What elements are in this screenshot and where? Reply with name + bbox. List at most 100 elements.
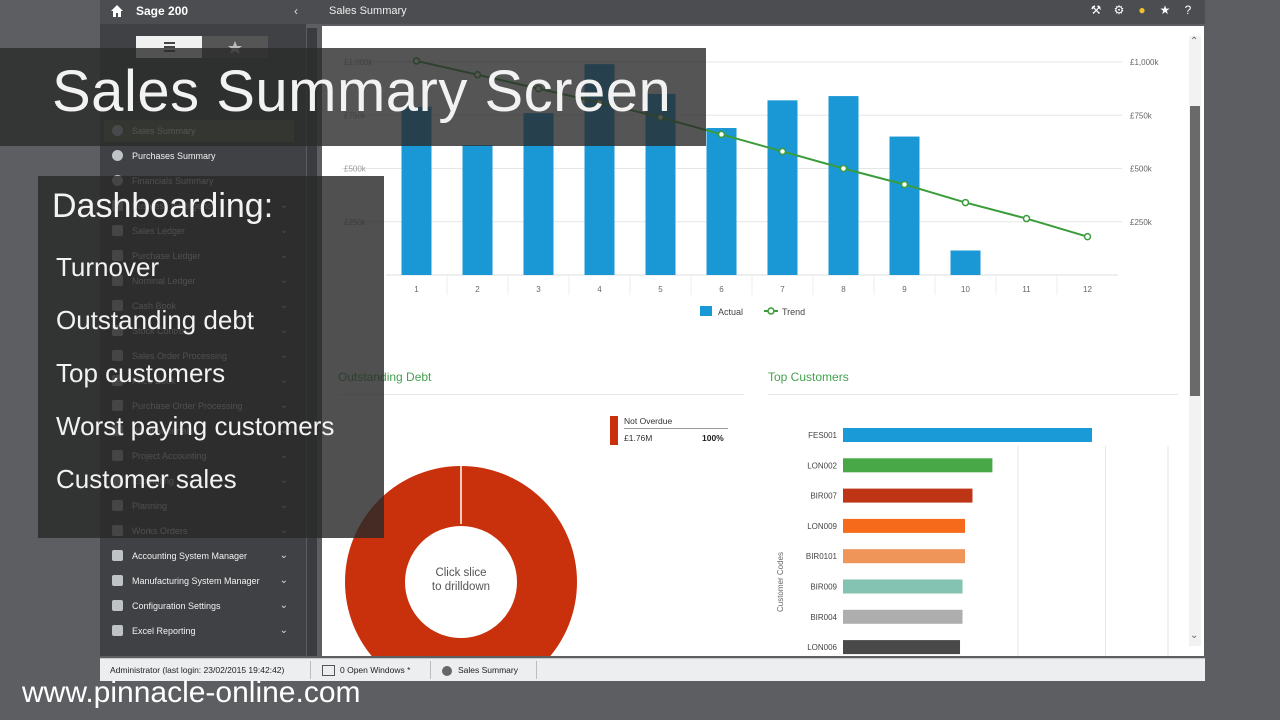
trend-point[interactable] (778, 147, 787, 156)
legend-label-trend[interactable]: Trend (782, 307, 805, 317)
x-tick-label: 4 (597, 285, 602, 294)
customer-bar[interactable] (843, 609, 963, 624)
customer-code-label: FES001 (808, 431, 837, 440)
customer-bar[interactable] (843, 549, 966, 564)
customer-bar[interactable] (843, 579, 963, 594)
bar-actual[interactable] (462, 145, 493, 275)
scroll-down-icon[interactable]: ⌄ (1190, 630, 1198, 641)
x-tick-label: 6 (719, 285, 724, 294)
screen-title: Sales Summary (329, 5, 407, 17)
home-icon[interactable] (110, 4, 124, 18)
legend-divider (624, 428, 728, 429)
top-bar (100, 0, 1205, 24)
top-customers-chart[interactable]: FES001 LON002 BIR007 LON009 BIR0101 BIR009 BIR… (768, 406, 1188, 656)
y-axis-title: Customer Codes (776, 552, 785, 612)
sidebar-item[interactable]: Configuration Settings ⌄ (104, 595, 294, 617)
y-tick-label: £750k (1130, 111, 1153, 120)
x-tick-label: 5 (658, 285, 663, 294)
customer-bar[interactable] (843, 488, 973, 503)
bar-actual[interactable] (706, 128, 737, 275)
website-url: www.pinnacle-online.com (22, 676, 361, 709)
sidebar-item[interactable]: Manufacturing System Manager ⌄ (104, 570, 294, 592)
features-heading: Dashboarding: (52, 187, 274, 225)
customer-bar[interactable] (843, 518, 966, 533)
app-title: Sage 200 (136, 4, 189, 18)
legend-marker-trend (767, 307, 775, 315)
trend-point[interactable] (961, 198, 970, 207)
globe-icon (112, 150, 123, 161)
sidebar-item[interactable]: Accounting System Manager ⌄ (104, 545, 294, 567)
sidebar-item[interactable]: Excel Reporting ⌄ (104, 620, 294, 642)
sidebar-item-label: Configuration Settings (132, 601, 221, 611)
x-tick-label: 11 (1022, 285, 1031, 294)
x-tick-label: 10 (961, 285, 970, 294)
star-icon[interactable]: ★ (1158, 3, 1172, 17)
gear-icon[interactable]: ⚙ (1112, 3, 1126, 17)
y-tick-label: £500k (344, 165, 367, 174)
customer-bar[interactable] (843, 640, 961, 655)
sidebar-item-label: Accounting System Manager (132, 551, 248, 561)
trend-point[interactable] (1022, 214, 1031, 223)
collapse-sidebar-icon[interactable]: ‹ (294, 4, 298, 18)
lightbulb-icon[interactable]: ● (1135, 3, 1149, 17)
x-tick-label: 2 (475, 285, 480, 294)
customer-code-label: LON002 (807, 461, 837, 470)
x-tick-label: 3 (536, 285, 541, 294)
legend-label-actual[interactable]: Actual (718, 307, 743, 317)
trend-point[interactable] (717, 130, 726, 139)
chevron-down-icon[interactable]: ⌄ (280, 595, 288, 617)
scroll-thumb[interactable] (1190, 106, 1200, 396)
open-windows-label: 0 Open Windows * (340, 665, 411, 675)
sidebar-item-label: Purchases Summary (132, 151, 216, 161)
status-separator (430, 661, 431, 679)
section-divider (768, 394, 1178, 395)
manager-icon (112, 550, 123, 561)
sidebar-item-label: Manufacturing System Manager (132, 576, 260, 586)
x-tick-label: 7 (780, 285, 785, 294)
excel-icon (112, 625, 123, 636)
globe-icon (442, 665, 452, 676)
y-tick-label: £250k (1130, 218, 1153, 227)
customer-bar[interactable] (843, 458, 993, 473)
sidebar-item[interactable]: Purchases Summary (104, 145, 294, 167)
feature-item: Top customers (56, 358, 226, 388)
x-tick-label: 12 (1083, 285, 1092, 294)
chevron-down-icon[interactable]: ⌄ (280, 570, 288, 592)
manager-icon (112, 575, 123, 586)
open-windows-button[interactable]: 0 Open Windows * (322, 663, 410, 677)
scroll-up-icon[interactable]: ⌃ (1190, 36, 1198, 47)
bar-actual[interactable] (950, 250, 981, 275)
help-icon[interactable]: ? (1181, 3, 1195, 17)
customer-code-label: LON009 (807, 522, 837, 531)
trend-point[interactable] (839, 164, 848, 173)
feature-item: Worst paying customers (56, 411, 335, 441)
feature-item: Customer sales (56, 464, 237, 494)
donut-legend[interactable]: Not Overdue £1.76M 100% (610, 416, 730, 448)
customer-code-label: BIR004 (810, 613, 837, 622)
sales-summary-window-tab[interactable]: Sales Summary (442, 663, 518, 677)
trend-point[interactable] (900, 180, 909, 189)
customer-bar[interactable] (843, 428, 1092, 442)
bar-actual[interactable] (767, 100, 798, 275)
y-tick-label: £500k (1130, 165, 1153, 174)
x-tick-label: 1 (414, 285, 419, 294)
section-divider (338, 394, 744, 395)
chevron-down-icon[interactable]: ⌄ (280, 620, 288, 642)
trend-point[interactable] (1083, 232, 1092, 241)
donut-center-line1: Click slice (435, 567, 487, 579)
legend-label: Not Overdue (624, 416, 673, 426)
customer-code-label: BIR0101 (806, 552, 838, 561)
status-separator (536, 661, 537, 679)
customer-code-label: LON006 (807, 643, 837, 652)
bar-actual[interactable] (828, 96, 859, 275)
bar-actual[interactable] (889, 136, 920, 275)
window-tab-label: Sales Summary (458, 665, 518, 675)
tools-icon[interactable]: ⚒ (1089, 3, 1103, 17)
donut-center-line2: to drilldown (431, 581, 491, 593)
config-icon (112, 600, 123, 611)
chevron-down-icon[interactable]: ⌄ (280, 545, 288, 567)
customer-code-label: BIR007 (810, 492, 837, 501)
top-customers-title: Top Customers (768, 370, 849, 384)
main-scrollbar[interactable] (1189, 36, 1201, 646)
donut-center-label: Click slice to drilldown (406, 566, 516, 594)
